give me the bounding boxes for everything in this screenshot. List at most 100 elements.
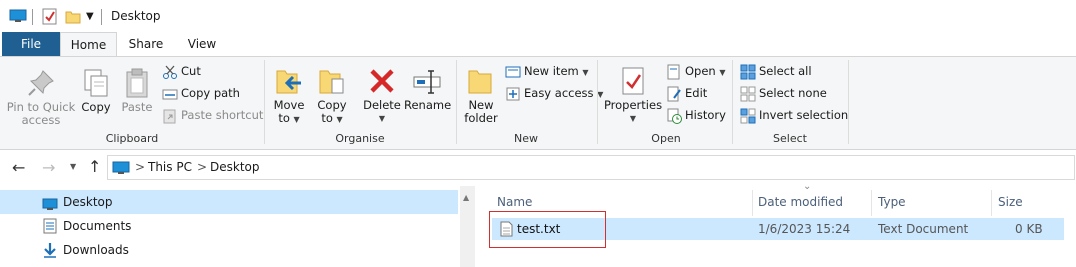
pin-label-line2: access bbox=[21, 113, 61, 127]
select-none-label: Select none bbox=[759, 86, 827, 100]
easy-access-label: Easy access bbox=[524, 86, 594, 100]
delete-label: Delete bbox=[363, 98, 401, 112]
new-folder-quick-icon[interactable] bbox=[65, 9, 81, 27]
copy-path-button[interactable]: Copy path bbox=[162, 84, 240, 104]
downloads-icon bbox=[42, 242, 58, 266]
ribbon-tabs: File Home Share View bbox=[0, 32, 1076, 58]
group-label-select: Select bbox=[773, 132, 807, 145]
paste-shortcut-button[interactable]: Paste shortcut bbox=[162, 106, 263, 126]
tab-file[interactable]: File bbox=[2, 32, 60, 56]
new-item-icon bbox=[505, 64, 521, 80]
properties-chevron-down-icon: ▼ bbox=[629, 114, 637, 123]
tab-home[interactable]: Home bbox=[60, 32, 117, 58]
easy-access-button[interactable]: Easy access ▼ bbox=[505, 84, 603, 104]
this-pc-icon bbox=[112, 161, 130, 178]
recent-locations-chevron-icon[interactable]: ▼ bbox=[70, 162, 76, 171]
nav-item-label: Downloads bbox=[63, 243, 129, 257]
breadcrumb-this-pc[interactable]: This PC bbox=[148, 160, 192, 174]
copy-icon bbox=[80, 67, 112, 99]
ribbon: Pin to Quick access Copy Paste Cut Copy … bbox=[0, 56, 1076, 150]
pin-to-quick-access-button[interactable]: Pin to Quick access bbox=[6, 67, 76, 127]
group-label-open: Open bbox=[651, 132, 681, 145]
history-label: History bbox=[685, 108, 726, 122]
new-folder-button[interactable]: New folder bbox=[462, 65, 500, 125]
monitor-icon bbox=[9, 9, 27, 26]
move-to-chevron-down-icon: ▼ bbox=[293, 115, 300, 124]
group-label-organise: Organise bbox=[335, 132, 385, 145]
up-arrow-icon[interactable]: ↑ bbox=[88, 157, 101, 176]
title-bar: ▼ Desktop bbox=[0, 0, 1076, 32]
open-icon bbox=[666, 64, 682, 80]
copy-to-button[interactable]: Copy to ▼ bbox=[313, 65, 351, 126]
open-button[interactable]: Open ▼ bbox=[666, 62, 726, 82]
clipboard-icon bbox=[121, 67, 153, 99]
new-item-button[interactable]: New item ▼ bbox=[505, 62, 589, 82]
tab-view[interactable]: View bbox=[178, 32, 226, 56]
file-type: Text Document bbox=[878, 222, 969, 236]
pin-icon bbox=[25, 67, 57, 99]
customize-toolbar-icon[interactable]: ▼ bbox=[86, 11, 94, 22]
file-date-modified: 1/6/2023 15:24 bbox=[758, 222, 851, 236]
select-none-button[interactable]: Select none bbox=[740, 84, 827, 104]
copy-path-icon bbox=[162, 86, 178, 102]
delete-chevron-down-icon: ▼ bbox=[378, 114, 386, 123]
paste-shortcut-icon bbox=[162, 108, 178, 124]
paste-button[interactable]: Paste bbox=[119, 67, 155, 114]
nav-item-desktop[interactable]: Desktop bbox=[0, 190, 458, 214]
forward-arrow-icon[interactable]: → bbox=[42, 158, 55, 177]
new-item-label: New item bbox=[524, 64, 579, 78]
open-label: Open bbox=[685, 64, 716, 78]
move-to-icon bbox=[273, 65, 305, 97]
properties-label: Properties bbox=[603, 98, 663, 112]
cut-label: Cut bbox=[181, 64, 201, 78]
new-item-chevron-down-icon: ▼ bbox=[582, 68, 589, 77]
cut-button[interactable]: Cut bbox=[162, 62, 201, 82]
invert-selection-button[interactable]: Invert selection bbox=[740, 106, 848, 126]
column-header-type[interactable]: Type bbox=[878, 190, 906, 214]
nav-item-label: Documents bbox=[63, 219, 132, 233]
breadcrumb-separator-2[interactable]: > bbox=[197, 160, 207, 174]
breadcrumb-desktop[interactable]: Desktop bbox=[210, 160, 260, 174]
select-all-button[interactable]: Select all bbox=[740, 62, 812, 82]
scroll-up-icon[interactable]: ▲ bbox=[463, 193, 469, 202]
annotation-highlight-box bbox=[489, 211, 606, 248]
properties-button[interactable]: Properties ▼ bbox=[603, 65, 663, 125]
rename-button[interactable]: Rename bbox=[404, 65, 452, 112]
paste-shortcut-label: Paste shortcut bbox=[181, 108, 264, 122]
history-button[interactable]: History bbox=[666, 106, 726, 126]
column-header-date-modified[interactable]: Date modified bbox=[758, 190, 843, 214]
nav-item-downloads[interactable]: Downloads bbox=[0, 238, 458, 262]
nav-item-documents[interactable]: Documents bbox=[0, 214, 458, 238]
rename-label: Rename bbox=[404, 98, 452, 112]
back-arrow-icon[interactable]: ← bbox=[12, 158, 25, 177]
copy-button[interactable]: Copy bbox=[78, 67, 114, 114]
copy-to-chevron-down-icon: ▼ bbox=[336, 115, 343, 124]
properties-icon bbox=[617, 65, 649, 97]
copy-to-icon bbox=[316, 65, 348, 97]
rename-icon bbox=[411, 65, 443, 97]
scissors-icon bbox=[162, 64, 178, 80]
copy-to-label-2: to bbox=[321, 111, 333, 125]
delete-button[interactable]: Delete ▼ bbox=[362, 65, 402, 125]
group-label-new: New bbox=[514, 132, 538, 145]
edit-label: Edit bbox=[685, 86, 708, 100]
move-to-label-2: to bbox=[278, 111, 290, 125]
select-all-icon bbox=[740, 64, 756, 80]
invert-selection-icon bbox=[740, 108, 756, 124]
breadcrumb-separator-1[interactable]: > bbox=[135, 160, 145, 174]
address-bar[interactable]: > This PC > Desktop bbox=[107, 155, 1075, 180]
tab-share[interactable]: Share bbox=[120, 32, 172, 56]
copy-path-label: Copy path bbox=[181, 86, 240, 100]
open-chevron-down-icon: ▼ bbox=[719, 68, 726, 77]
delete-x-icon bbox=[366, 65, 398, 97]
column-header-size[interactable]: Size bbox=[998, 190, 1023, 214]
edit-button[interactable]: Edit bbox=[666, 84, 707, 104]
navigation-pane-scrollbar[interactable]: ▲ bbox=[460, 186, 475, 267]
move-to-button[interactable]: Move to ▼ bbox=[270, 65, 308, 126]
paste-label: Paste bbox=[121, 100, 153, 114]
properties-quick-icon[interactable] bbox=[42, 8, 58, 28]
new-folder-label-2: folder bbox=[464, 111, 498, 125]
easy-access-icon bbox=[505, 86, 521, 102]
group-label-clipboard: Clipboard bbox=[105, 132, 159, 145]
history-icon bbox=[666, 108, 682, 124]
